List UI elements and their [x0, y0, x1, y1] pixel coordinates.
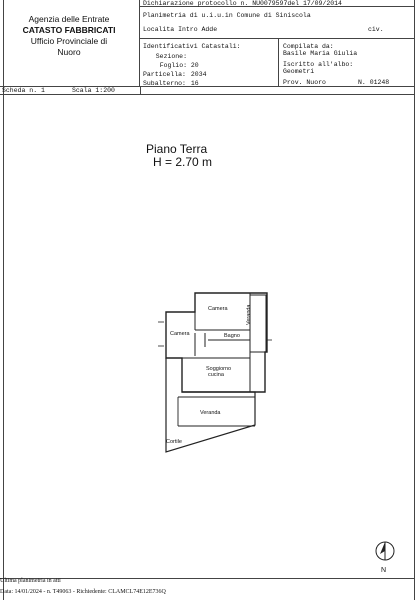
room-veranda-side: Veranda: [246, 304, 252, 326]
room-cucina: cucina: [208, 372, 224, 378]
footer-line-2: Data: 14/01/2024 - n. T49063 - Richieden…: [0, 589, 166, 595]
room-veranda: Veranda: [200, 410, 221, 416]
footer-line-1: Ultima planimetria in atti: [0, 578, 61, 584]
veranda-side-outline: [250, 294, 267, 353]
room-camera-upper: Camera: [208, 306, 228, 312]
room-bagno: Bagno: [224, 333, 240, 339]
footer-line: [0, 578, 414, 579]
room-cortile: Cortile: [166, 439, 182, 445]
north-arrow-icon: [375, 541, 395, 561]
room-camera-left: Camera: [170, 331, 190, 337]
north-label: N: [381, 567, 387, 574]
floor-plan: [158, 292, 272, 453]
